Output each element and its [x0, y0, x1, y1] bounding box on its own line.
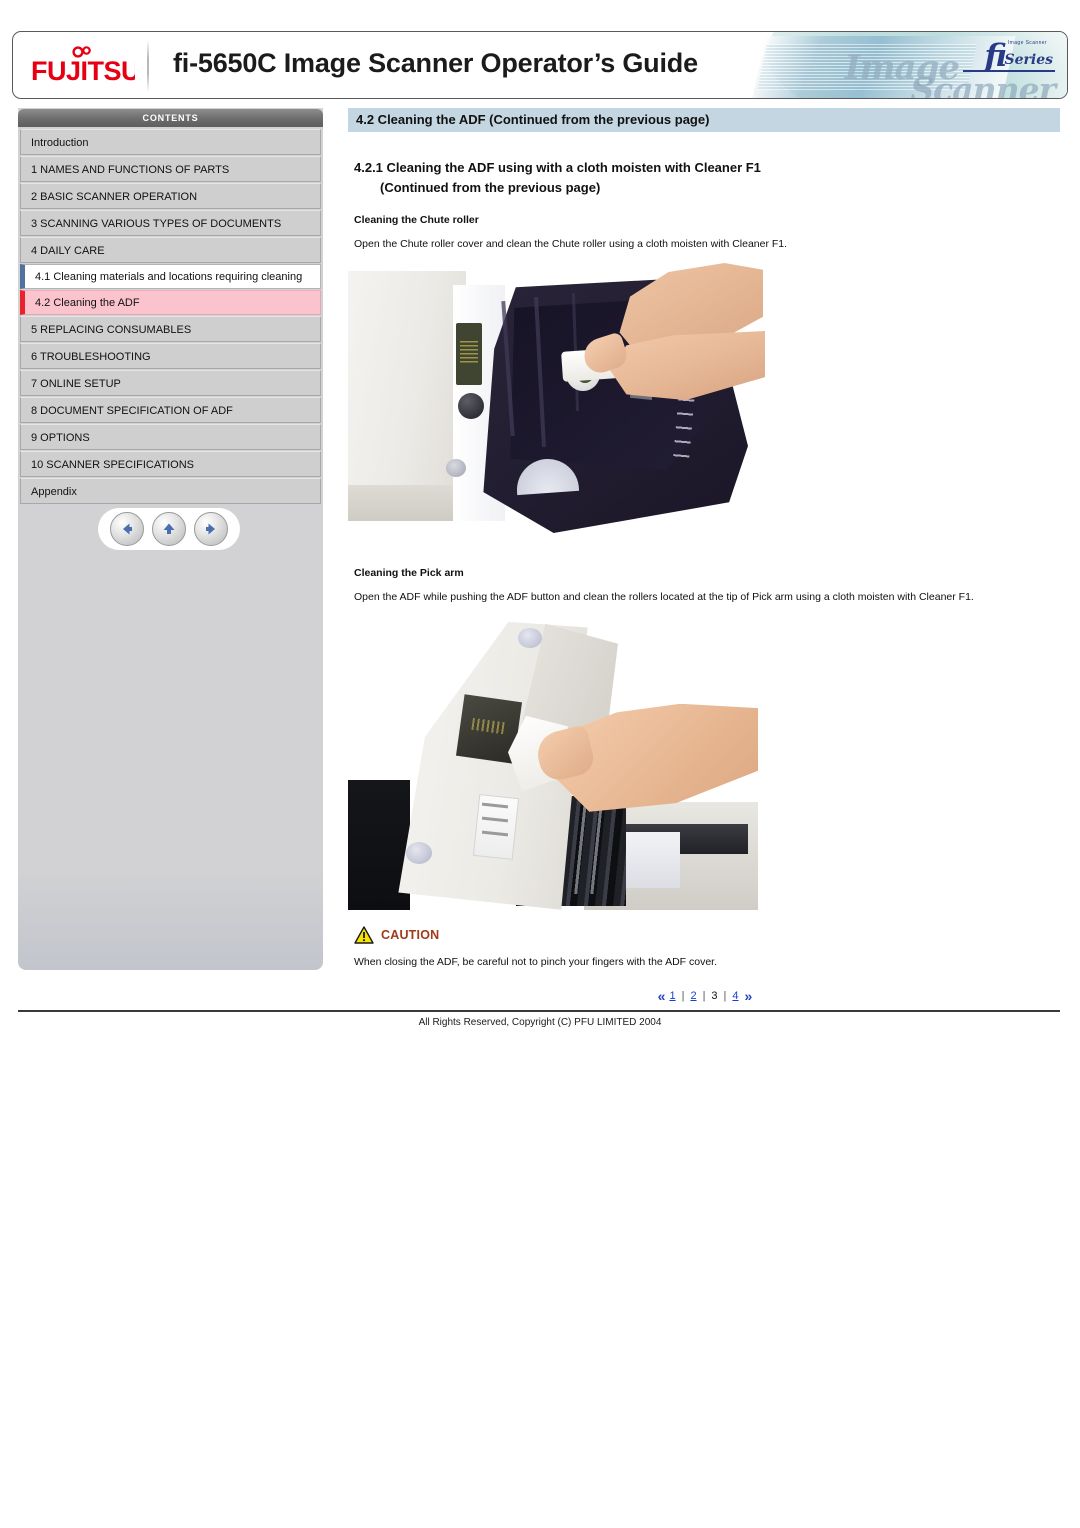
subsection-heading: 4.2.1 Cleaning the ADF using with a clot…	[348, 158, 1060, 198]
page-link-4[interactable]: 4	[730, 990, 740, 1002]
pick-arm-cleaning-photo	[348, 619, 758, 910]
sidebar-item-scanning-various-types[interactable]: 3 SCANNING VARIOUS TYPES OF DOCUMENTS	[20, 210, 321, 236]
page-separator-1: |	[681, 989, 685, 1002]
pick-arm-label: Cleaning the Pick arm	[354, 567, 464, 580]
table-of-contents: Introduction 1 NAMES AND FUNCTIONS OF PA…	[20, 129, 321, 505]
subsection-continued: (Continued from the previous page)	[380, 180, 601, 196]
adf-button-bottom-shape	[406, 841, 432, 864]
page-separator-3: |	[723, 989, 727, 1002]
page-separator-2: |	[702, 989, 706, 1002]
chute-roller-text: Open the Chute roller cover and clean th…	[354, 238, 788, 251]
contents-heading: CONTENTS	[18, 109, 323, 127]
page-current-3: 3	[711, 989, 718, 1002]
header-divider	[147, 40, 149, 92]
page-link-1[interactable]: 1	[667, 990, 677, 1002]
operator-guide-page: FUJITSU fi-5650C Image Scanner Operator’…	[0, 0, 1080, 1528]
page-title: fi-5650C Image Scanner Operator’s Guide	[173, 48, 698, 78]
back-arrow-icon	[117, 519, 137, 539]
sidebar-item-scanner-specifications[interactable]: 10 SCANNER SPECIFICATIONS	[20, 451, 321, 477]
caution-block: CAUTION	[348, 926, 1060, 944]
caution-label: CAUTION	[381, 927, 440, 942]
sidebar-item-options[interactable]: 9 OPTIONS	[20, 424, 321, 450]
dark-knob-shape	[458, 393, 484, 420]
back-button[interactable]	[110, 512, 144, 546]
sidebar-item-4-1-cleaning-materials[interactable]: 4.1 Cleaning materials and locations req…	[20, 264, 321, 289]
sidebar-item-replacing-consumables[interactable]: 5 REPLACING CONSUMABLES	[20, 316, 321, 342]
adf-button-top-shape	[518, 627, 542, 648]
fi-series-artwork: Image Scanner Image Scanner fi Series	[647, 32, 1067, 98]
artwork-tiny-text: Image Scanner	[1007, 40, 1047, 46]
scanner-body-shadow	[348, 485, 466, 522]
footer-divider	[18, 1010, 1060, 1012]
page-header: FUJITSU fi-5650C Image Scanner Operator’…	[12, 31, 1068, 99]
up-button[interactable]	[152, 512, 186, 546]
sidebar-item-4-2-cleaning-the-adf[interactable]: 4.2 Cleaning the ADF	[20, 290, 321, 315]
copyright-notice: All Rights Reserved, Copyright (C) PFU L…	[418, 1017, 662, 1028]
fujitsu-logo-icon: FUJITSU	[31, 46, 141, 86]
up-arrow-icon	[159, 519, 179, 539]
main-content: 4.2 Cleaning the ADF (Continued from the…	[348, 108, 1060, 1004]
caution-text: When closing the ADF, be careful not to …	[354, 955, 718, 968]
sidebar-navigation-buttons	[98, 508, 240, 550]
light-knob-shape	[446, 459, 466, 478]
sidebar-item-basic-scanner-operation[interactable]: 2 BASIC SCANNER OPERATION	[20, 183, 321, 209]
first-page-arrow[interactable]: «	[658, 988, 666, 1004]
sidebar-item-names-and-functions[interactable]: 1 NAMES AND FUNCTIONS OF PARTS	[20, 156, 321, 182]
fi-logo-underline	[963, 70, 1055, 72]
page-link-2[interactable]: 2	[688, 990, 698, 1002]
sidebar-item-document-specification[interactable]: 8 DOCUMENT SPECIFICATION OF ADF	[20, 397, 321, 423]
sidebar-item-troubleshooting[interactable]: 6 TROUBLESHOOTING	[20, 343, 321, 369]
sidebar-item-daily-care[interactable]: 4 DAILY CARE	[20, 237, 321, 263]
sidebar-item-appendix[interactable]: Appendix	[20, 478, 321, 504]
chute-roller-label: Cleaning the Chute roller	[354, 214, 479, 227]
subsection-title: 4.2.1 Cleaning the ADF using with a clot…	[354, 160, 761, 175]
pick-arm-text: Open the ADF while pushing the ADF butto…	[354, 591, 974, 604]
forward-arrow-icon	[201, 519, 221, 539]
chute-roller-cleaning-photo	[348, 263, 765, 552]
warning-triangle-icon	[354, 926, 374, 944]
last-page-arrow[interactable]: »	[745, 988, 753, 1004]
forward-button[interactable]	[194, 512, 228, 546]
section-banner: 4.2 Cleaning the ADF (Continued from the…	[348, 108, 1060, 132]
scanner-body-shape	[348, 271, 466, 522]
artwork-word-scanner: Scanner	[910, 70, 1056, 98]
sidebar-item-online-setup[interactable]: 7 ONLINE SETUP	[20, 370, 321, 396]
control-panel-text-shape	[460, 341, 478, 364]
sidebar-item-introduction[interactable]: Introduction	[20, 129, 321, 155]
svg-text:FUJITSU: FUJITSU	[31, 56, 135, 86]
series-logo-text: Series	[1004, 52, 1053, 68]
page-navigation: « 1 | 2 | 3 | 4 »	[348, 988, 1060, 1004]
